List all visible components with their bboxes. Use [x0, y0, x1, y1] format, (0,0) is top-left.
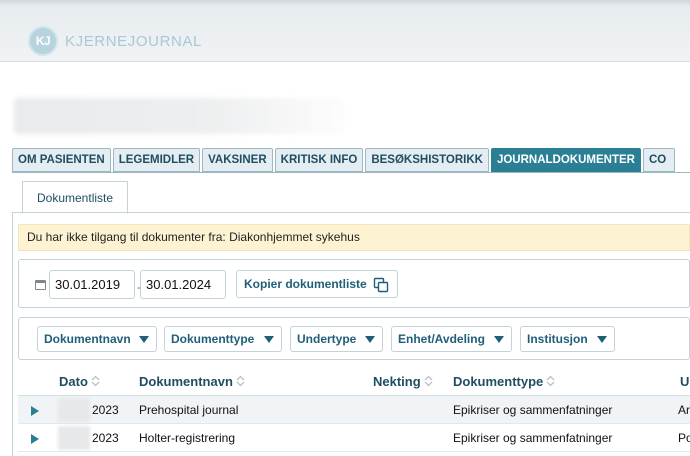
cell-dokumenttype: Epikriser og sammenfatninger: [453, 403, 613, 417]
tab-journaldokumenter[interactable]: JOURNALDOKUMENTER: [490, 148, 641, 172]
copy-button-label: Kopier dokumentliste: [244, 277, 367, 291]
filter-label: Dokumenttype: [171, 332, 255, 346]
filter-institusjon[interactable]: Institusjon: [520, 326, 615, 352]
main-tabs: OM PASIENTEN LEGEMIDLER VAKSINER KRITISK…: [12, 148, 675, 172]
tab-legemidler[interactable]: LEGEMIDLER: [112, 148, 201, 172]
column-label: Dokumentnavn: [139, 374, 233, 389]
tab-co[interactable]: CO: [642, 148, 675, 172]
filter-dokumentnavn[interactable]: Dokumentnavn: [37, 326, 157, 352]
filter-label: Undertype: [297, 332, 357, 346]
logo-icon: KJ: [28, 26, 58, 56]
cell-dokumenttype: Epikriser og sammenfatninger: [453, 431, 613, 445]
caret-down-icon: [139, 336, 149, 343]
tab-besokshistorikk[interactable]: BESØKSHISTORIKK: [365, 148, 489, 172]
column-label: Dato: [59, 374, 88, 389]
filter-label: Enhet/Avdeling: [398, 332, 485, 346]
subtab-dokumentliste[interactable]: Dokumentliste: [22, 181, 129, 214]
column-header-dokumentnavn[interactable]: Dokumentnavn: [139, 374, 245, 389]
patient-name-redacted: [14, 98, 344, 134]
cell-dato: 2023: [92, 403, 119, 417]
filter-undertype[interactable]: Undertype: [290, 326, 383, 352]
date-filter-panel: 30.01.2019 - 30.01.2024 Kopier dokumentl…: [18, 259, 690, 308]
column-header-nekting[interactable]: Nekting: [373, 374, 433, 389]
tab-om-pasienten[interactable]: OM PASIENTEN: [12, 148, 111, 172]
column-label: U: [680, 374, 690, 389]
column-header-u[interactable]: U: [680, 374, 689, 389]
caret-down-icon: [597, 336, 607, 343]
header-shadow: [0, 0, 690, 6]
access-warning: Du har ikke tilgang til dokumenter fra: …: [18, 224, 690, 251]
cell-dokumentnavn[interactable]: Prehospital journal: [139, 403, 238, 417]
app-header: KJ KJERNEJOURNAL: [0, 0, 690, 62]
subtab-bar: Dokumentliste: [12, 172, 690, 214]
column-header-dato[interactable]: Dato: [59, 374, 100, 389]
expand-row-icon[interactable]: [31, 406, 39, 416]
cell-u: Po: [678, 431, 690, 445]
sort-icon: [424, 375, 433, 387]
expand-row-icon[interactable]: [31, 434, 39, 444]
filter-dokumenttype[interactable]: Dokumenttype: [164, 326, 282, 352]
column-filter-panel: Dokumentnavn Dokumenttype Undertype Enhe…: [18, 317, 690, 360]
table-header: Dato Dokumentnavn Nekting Dokumenttype U: [18, 368, 690, 396]
table-row[interactable]: 2023 Prehospital journal Epikriser og sa…: [18, 396, 690, 424]
column-label: Nekting: [373, 374, 421, 389]
filter-enhet-avdeling[interactable]: Enhet/Avdeling: [391, 326, 512, 352]
date-to-input[interactable]: 30.01.2024: [140, 270, 226, 299]
caret-down-icon: [365, 336, 375, 343]
sort-icon: [546, 375, 555, 387]
date-from-input[interactable]: 30.01.2019: [49, 270, 135, 299]
copy-icon: [373, 277, 389, 293]
filter-label: Institusjon: [527, 332, 588, 346]
tab-vaksiner[interactable]: VAKSINER: [202, 148, 273, 172]
cell-dato: 2023: [92, 431, 119, 445]
filter-label: Dokumentnavn: [44, 332, 131, 346]
tab-kritisk-info[interactable]: KRITISK INFO: [274, 148, 364, 172]
logo-text: KJERNEJOURNAL: [65, 32, 202, 50]
redacted-date: [58, 426, 90, 450]
column-header-dokumenttype[interactable]: Dokumenttype: [453, 374, 555, 389]
redacted-date: [58, 398, 90, 422]
column-label: Dokumenttype: [453, 374, 544, 389]
app-logo[interactable]: KJ KJERNEJOURNAL: [28, 26, 202, 56]
sort-icon: [91, 375, 100, 387]
table-row[interactable]: 2023 Holter-registrering Epikriser og sa…: [18, 424, 690, 452]
caret-down-icon: [494, 336, 504, 343]
caret-down-icon: [264, 336, 274, 343]
cell-u: Ar: [678, 403, 690, 417]
copy-document-list-button[interactable]: Kopier dokumentliste: [236, 270, 398, 298]
calendar-icon[interactable]: [35, 280, 46, 290]
sort-icon: [236, 375, 245, 387]
cell-dokumentnavn[interactable]: Holter-registrering: [139, 431, 235, 445]
